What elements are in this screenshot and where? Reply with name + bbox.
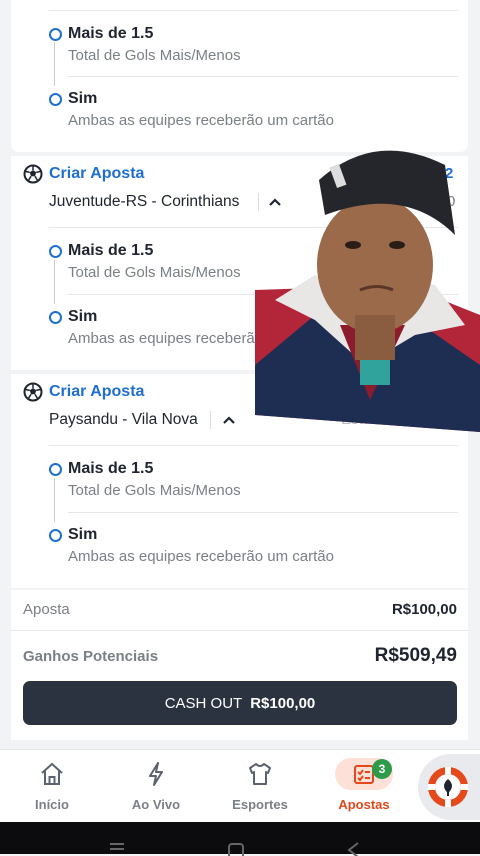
nav-label: Início — [35, 797, 69, 812]
soccer-ball-icon — [23, 382, 43, 402]
divider — [210, 411, 211, 429]
selection-title: Mais de 1.5 — [68, 25, 154, 42]
stake-value: R$100,00 — [391, 601, 457, 618]
cash-out-label: CASH OUT — [164, 694, 243, 712]
nav-label: Esportes — [232, 797, 288, 812]
selection-dot-icon — [49, 463, 62, 476]
webcam-overlay — [255, 150, 480, 432]
selection-dot-icon — [49, 311, 62, 324]
selection-title: Sim — [68, 90, 98, 107]
create-bet-label: Criar Aposta — [49, 383, 145, 400]
potential-winnings-label: Ganhos Potenciais — [23, 648, 159, 665]
match-name: Paysandu - Vila Nova — [49, 411, 198, 428]
selection-dot-icon — [49, 529, 62, 542]
betslip-summary: Aposta R$100,00 Ganhos Potenciais R$509,… — [11, 590, 468, 740]
match-name: Juventude-RS - Corinthians — [49, 193, 240, 210]
potential-winnings-value: R$509,49 — [374, 645, 457, 666]
selection-market: Total de Gols Mais/Menos — [68, 264, 241, 281]
selection-title: Sim — [68, 526, 98, 543]
bottom-nav: Início Ao Vivo Esportes 3 Apostas — [0, 749, 480, 823]
divider — [68, 512, 458, 513]
selection-market: Ambas as equipes receberã — [68, 330, 255, 347]
stake-label: Aposta — [23, 601, 70, 618]
selection-title: Mais de 1.5 — [68, 460, 154, 477]
selection-dot-icon — [49, 245, 62, 258]
nav-label: Apostas — [338, 797, 390, 812]
nav-item-home[interactable]: Início — [0, 750, 104, 823]
system-nav-bar — [0, 822, 480, 856]
casino-floating-button[interactable] — [418, 754, 480, 820]
poker-chip-icon — [428, 767, 468, 807]
nav-item-live[interactable]: Ao Vivo — [104, 750, 208, 823]
selection-market: Ambas as equipes receberão um cartão — [68, 548, 334, 565]
selection-connector — [54, 478, 55, 522]
selection-market: Total de Gols Mais/Menos — [68, 482, 241, 499]
home-icon — [41, 762, 63, 785]
divider — [49, 445, 458, 446]
nav-item-sports[interactable]: Esportes — [208, 750, 312, 823]
selection-dot-icon — [49, 28, 62, 41]
cash-out-button[interactable]: CASH OUT R$100,00 — [23, 681, 457, 725]
create-bet-label: Criar Aposta — [49, 165, 145, 182]
selection-title: Sim — [68, 308, 98, 325]
selection-dot-icon — [49, 93, 62, 106]
lightning-icon — [149, 762, 163, 786]
selection-connector — [54, 260, 55, 304]
nav-item-bets[interactable]: 3 Apostas — [312, 750, 416, 823]
divider — [11, 630, 468, 631]
divider — [49, 10, 458, 11]
selection-market: Total de Gols Mais/Menos — [68, 47, 241, 64]
nav-label: Ao Vivo — [131, 797, 181, 812]
cash-out-amount: R$100,00 — [250, 694, 316, 712]
selection-connector — [54, 42, 55, 86]
bets-count-badge: 3 — [372, 759, 392, 779]
divider — [68, 76, 458, 77]
chevron-up-icon[interactable] — [222, 415, 236, 425]
jersey-icon — [249, 763, 271, 785]
soccer-ball-icon — [23, 164, 43, 184]
selection-title: Mais de 1.5 — [68, 242, 154, 259]
